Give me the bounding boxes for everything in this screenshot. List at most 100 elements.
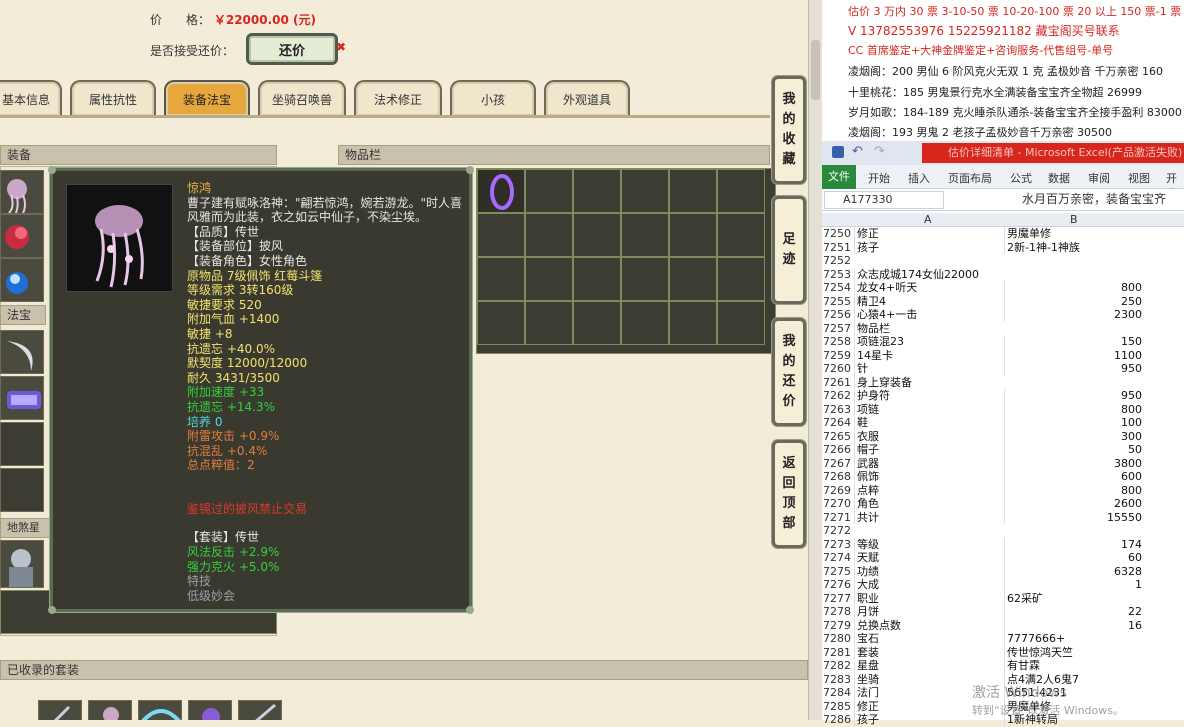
cell-b[interactable]: 16 [1004, 618, 1144, 632]
menu-formulas[interactable]: 公式 [1010, 170, 1032, 186]
cell-b[interactable]: 6328 [1004, 564, 1144, 578]
row-number[interactable]: 7252 [822, 254, 854, 268]
row-number[interactable]: 7271 [822, 511, 854, 525]
inventory-slot[interactable] [621, 301, 669, 345]
row-number[interactable]: 7281 [822, 646, 854, 660]
inventory-slot[interactable] [525, 301, 573, 345]
row-number[interactable]: 7261 [822, 376, 854, 390]
cell-b[interactable]: 800 [1004, 402, 1144, 416]
row-number[interactable]: 7282 [822, 659, 854, 673]
inventory-slot[interactable] [669, 213, 717, 257]
inventory-slot[interactable] [669, 301, 717, 345]
tab-equipment[interactable]: 装备法宝 [164, 80, 250, 116]
menu-home[interactable]: 开始 [868, 170, 890, 186]
inventory-slot[interactable] [573, 169, 621, 213]
row-number[interactable]: 7259 [822, 349, 854, 363]
cell-a[interactable]: 等级 [854, 537, 1004, 551]
cell-b[interactable]: 800 [1004, 483, 1144, 497]
row-number[interactable]: 7251 [822, 241, 854, 255]
row-number[interactable]: 7254 [822, 281, 854, 295]
cell-a[interactable]: 职业 [854, 591, 1004, 605]
column-b-header[interactable]: B [1070, 213, 1078, 226]
collected-set-item[interactable] [238, 700, 282, 720]
cell-a[interactable]: 点粹 [854, 483, 1004, 497]
cell-a[interactable]: 天赋 [854, 551, 1004, 565]
cell-b[interactable]: 22 [1004, 605, 1144, 619]
cell-b[interactable]: 2新-1神-1神族 [1004, 240, 1144, 254]
footprints-button[interactable]: 足迹 [772, 196, 806, 304]
cell-b[interactable]: 有甘霖 [1004, 659, 1144, 673]
menu-insert[interactable]: 插入 [908, 170, 930, 186]
row-number[interactable]: 7253 [822, 268, 854, 282]
cell-a[interactable]: 宝石 [854, 632, 1004, 646]
inventory-slot[interactable] [477, 213, 525, 257]
inventory-slot[interactable] [669, 257, 717, 301]
cell-b[interactable]: 950 [1004, 389, 1144, 403]
cell-b[interactable]: 1100 [1004, 348, 1144, 362]
row-number[interactable]: 7265 [822, 430, 854, 444]
cell-a[interactable]: 护身符 [854, 389, 1004, 403]
redo-icon[interactable]: ↷ [874, 144, 885, 159]
cell-b[interactable]: 100 [1004, 416, 1144, 430]
cell-a[interactable]: 鞋 [854, 416, 1004, 430]
row-number[interactable]: 7258 [822, 335, 854, 349]
undo-icon[interactable]: ↶ [852, 144, 863, 159]
collected-set-item[interactable] [38, 700, 82, 720]
cell-a[interactable]: 武器 [854, 456, 1004, 470]
magic-slot-3[interactable] [0, 422, 44, 466]
my-counter-offers-button[interactable]: 我的还价 [772, 318, 806, 426]
scrollbar-thumb[interactable] [811, 40, 820, 100]
row-number[interactable]: 7280 [822, 632, 854, 646]
cell-b[interactable]: 7777666+ [1004, 632, 1144, 646]
cell-a[interactable]: 孩子 [854, 240, 1004, 254]
cell-b[interactable]: 传世惊鸿天竺 [1004, 645, 1144, 659]
cell-b[interactable]: 174 [1004, 537, 1144, 551]
page-scrollbar[interactable] [808, 0, 822, 720]
cell-a[interactable]: 众志成城174女仙22000 [854, 267, 1004, 281]
cell-b[interactable]: 950 [1004, 362, 1144, 376]
cell-b[interactable]: 250 [1004, 294, 1144, 308]
cell-a[interactable]: 14星卡 [854, 348, 1004, 362]
cell-a[interactable]: 角色 [854, 497, 1004, 511]
cell-b[interactable]: 60 [1004, 551, 1144, 565]
row-number[interactable]: 7283 [822, 673, 854, 687]
inventory-slot[interactable] [669, 169, 717, 213]
cell-b[interactable]: 300 [1004, 429, 1144, 443]
inventory-slot[interactable] [717, 169, 765, 213]
cell-b[interactable]: 点4满2人6鬼7 [1004, 672, 1144, 686]
row-number[interactable]: 7284 [822, 686, 854, 700]
cell-a[interactable]: 针 [854, 362, 1004, 376]
column-a-header[interactable]: A [924, 213, 932, 226]
row-number[interactable]: 7279 [822, 619, 854, 633]
magic-slot-4[interactable] [0, 468, 44, 512]
inventory-slot[interactable] [525, 257, 573, 301]
cell-a[interactable]: 共计 [854, 510, 1004, 524]
tab-basic-info[interactable]: 基本信息 [0, 80, 62, 116]
inventory-slot[interactable] [477, 169, 525, 213]
row-number[interactable]: 7268 [822, 470, 854, 484]
cell-b[interactable]: 男魔单修 [1004, 227, 1144, 241]
collected-set-item[interactable] [88, 700, 132, 720]
menu-data[interactable]: 数据 [1048, 170, 1070, 186]
cell-b[interactable]: 2600 [1004, 497, 1144, 511]
inventory-slot[interactable] [621, 213, 669, 257]
cell-b[interactable]: 1 [1004, 578, 1144, 592]
inventory-slot[interactable] [621, 169, 669, 213]
cell-a[interactable]: 套装 [854, 645, 1004, 659]
cell-b[interactable]: 3800 [1004, 456, 1144, 470]
my-favorites-button[interactable]: 我的收藏 [772, 76, 806, 184]
back-to-top-button[interactable]: 返回顶部 [772, 440, 806, 548]
row-number[interactable]: 7264 [822, 416, 854, 430]
cell-b[interactable]: 800 [1004, 281, 1144, 295]
cell-a[interactable]: 法门 [854, 686, 1004, 700]
cell-a[interactable]: 修正 [854, 699, 1004, 713]
cell-b[interactable]: 600 [1004, 470, 1144, 484]
earth-star-slot[interactable] [0, 540, 44, 588]
row-number[interactable]: 7270 [822, 497, 854, 511]
inventory-slot[interactable] [477, 301, 525, 345]
cell-a[interactable]: 大成 [854, 578, 1004, 592]
menu-page-layout[interactable]: 页面布局 [948, 170, 992, 186]
tab-appearance[interactable]: 外观道具 [544, 80, 630, 116]
inventory-slot[interactable] [573, 301, 621, 345]
equip-slot-2[interactable] [0, 214, 44, 258]
